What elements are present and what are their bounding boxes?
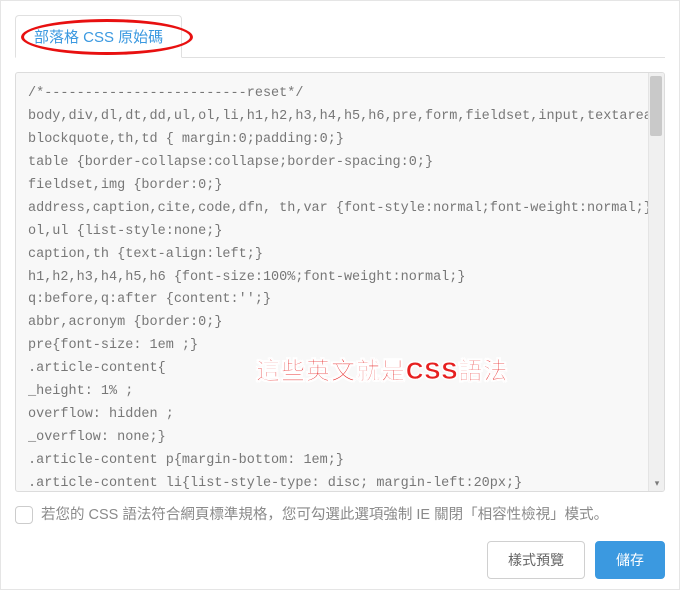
- css-code-textarea[interactable]: /*-------------------------reset*/ body,…: [15, 72, 665, 492]
- scrollbar-thumb[interactable]: [650, 76, 662, 136]
- scrollbar-arrow-down-icon[interactable]: ▾: [649, 475, 665, 491]
- tab-label: 部落格 CSS 原始碼: [34, 29, 163, 46]
- ie-compat-checkbox[interactable]: [15, 506, 33, 524]
- button-row: 樣式預覽 儲存: [15, 541, 665, 579]
- tab-css-source[interactable]: 部落格 CSS 原始碼: [15, 15, 182, 58]
- tab-bar: 部落格 CSS 原始碼: [15, 15, 665, 58]
- scrollbar-vertical[interactable]: ▾: [648, 73, 664, 491]
- ie-compat-checkbox-row: 若您的 CSS 語法符合網頁標準規格，您可勾選此選項強制 IE 關閉「相容性檢視…: [15, 504, 665, 527]
- code-content: /*-------------------------reset*/ body,…: [28, 83, 652, 492]
- save-button[interactable]: 儲存: [595, 541, 665, 579]
- preview-button[interactable]: 樣式預覽: [487, 541, 585, 579]
- editor-panel: 部落格 CSS 原始碼 /*-------------------------r…: [0, 0, 680, 590]
- ie-compat-label: 若您的 CSS 語法符合網頁標準規格，您可勾選此選項強制 IE 關閉「相容性檢視…: [41, 504, 608, 527]
- annotation-overlay-text: 這些英文就是CSS語法: [256, 351, 508, 386]
